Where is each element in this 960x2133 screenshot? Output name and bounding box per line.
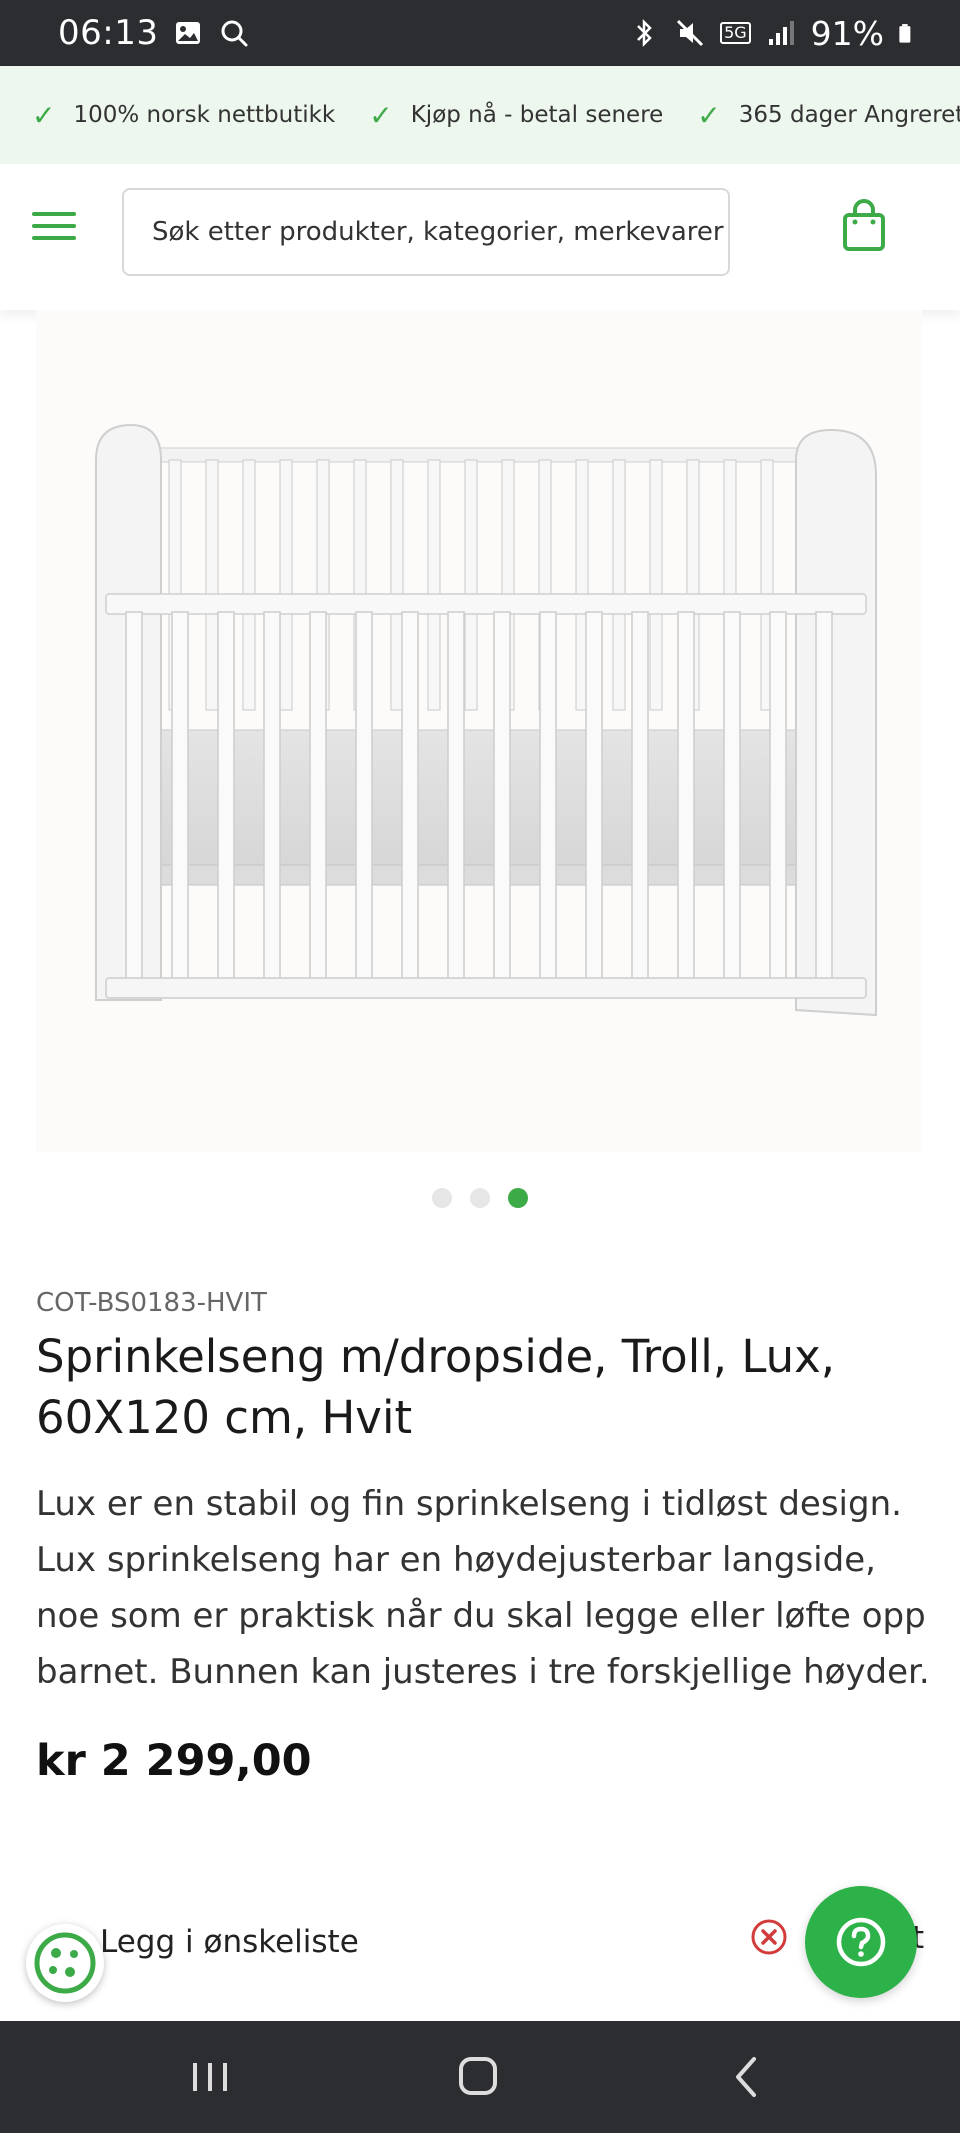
recent-apps-icon[interactable] [180, 2051, 240, 2103]
usp-text: Kjøp nå - betal senere [410, 102, 664, 128]
site-header [0, 164, 960, 310]
battery-percent: 91% [810, 13, 884, 53]
product-description: Lux er en stabil og fin sprinkelseng i t… [36, 1484, 930, 1692]
menu-icon-line [32, 224, 76, 228]
search-icon [221, 20, 248, 47]
carousel-dot-1[interactable] [432, 1188, 452, 1208]
check-icon: ✓ [369, 98, 393, 132]
carousel-dot-2[interactable] [470, 1188, 490, 1208]
status-right: 5G 91% [628, 14, 920, 53]
wishlist-link[interactable]: Legg i ønskeliste [100, 1924, 359, 1960]
signal-icon [768, 21, 794, 45]
system-nav-bar [0, 2021, 960, 2133]
carousel-dots [0, 1188, 960, 1208]
crib-illustration [95, 423, 877, 1017]
menu-icon-line [32, 236, 76, 240]
status-bar: 06:13 5G 91% [0, 0, 960, 66]
carousel-dot-3-active[interactable] [508, 1188, 528, 1208]
5g-icon: 5G [720, 22, 751, 44]
product-price: kr 2 299,00 [36, 1736, 312, 1786]
check-icon: ✓ [697, 98, 721, 132]
usp-item: ✓ 365 dager Angrerett [697, 99, 960, 132]
cookie-button[interactable] [26, 1924, 104, 2002]
cookie-icon [34, 1932, 96, 1994]
mute-icon [677, 19, 704, 47]
app-root: 06:13 5G 91% ✓ 100% norsk nettbutikk ✓ K… [0, 0, 960, 2133]
shopping-bag-icon[interactable] [840, 198, 888, 254]
menu-button[interactable] [30, 206, 78, 246]
home-icon[interactable] [448, 2051, 508, 2103]
usp-item: ✓ 100% norsk nettbutikk [32, 99, 335, 132]
menu-icon-line [32, 212, 76, 216]
close-icon[interactable] [750, 1918, 788, 1956]
battery-icon [899, 24, 911, 43]
bluetooth-icon [637, 18, 652, 48]
usp-text: 100% norsk nettbutikk [73, 102, 336, 128]
search-box[interactable] [122, 188, 730, 276]
status-left: 06:13 [58, 13, 250, 53]
usp-item: ✓ Kjøp nå - betal senere [369, 99, 663, 132]
back-icon[interactable] [718, 2051, 778, 2103]
status-time: 06:13 [58, 13, 159, 53]
product-title: Sprinkelseng m/dropside, Troll, Lux, 60X… [36, 1330, 836, 1444]
gallery-icon [176, 22, 201, 44]
search-input[interactable] [152, 217, 728, 247]
product-image[interactable] [36, 310, 922, 1152]
help-button[interactable] [805, 1886, 917, 1998]
product-sku: COT-BS0183-HVIT [36, 1288, 267, 1318]
usp-banner: ✓ 100% norsk nettbutikk ✓ Kjøp nå - beta… [0, 66, 960, 164]
check-icon: ✓ [32, 98, 56, 132]
usp-text: 365 dager Angrerett [738, 102, 960, 128]
help-icon [836, 1917, 886, 1967]
